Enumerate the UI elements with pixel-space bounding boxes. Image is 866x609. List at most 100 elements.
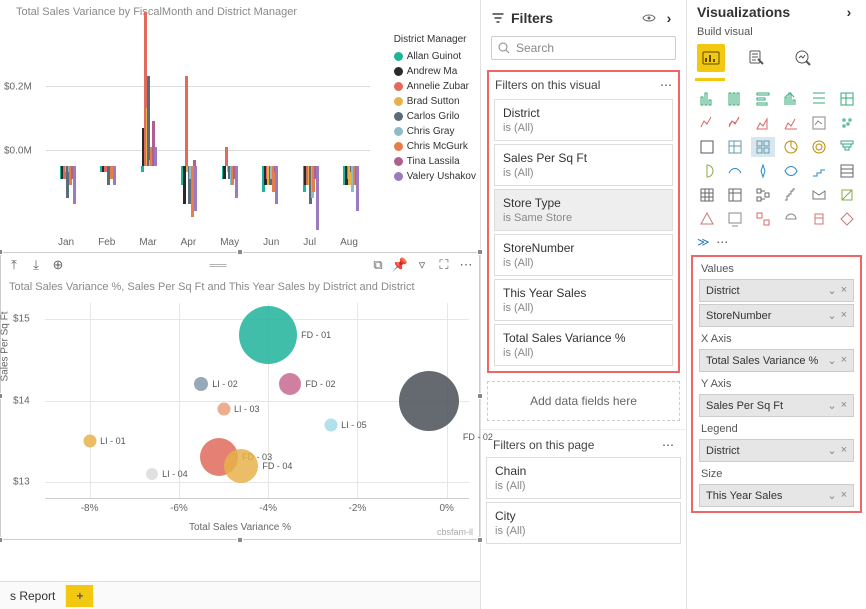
- viz-type-icon[interactable]: [723, 113, 747, 133]
- viz-type-icon[interactable]: [695, 89, 719, 109]
- automate-icon[interactable]: ≫: [697, 235, 710, 249]
- data-bubble[interactable]: [224, 449, 258, 483]
- data-bubble[interactable]: [324, 418, 337, 431]
- data-bubble[interactable]: [146, 468, 158, 480]
- more-visuals-icon[interactable]: ⋯: [716, 235, 728, 249]
- legend-item[interactable]: Allan Guinot: [394, 49, 476, 64]
- viz-type-icon[interactable]: [807, 185, 831, 205]
- viz-type-icon[interactable]: [835, 161, 859, 181]
- viz-type-icon[interactable]: [751, 161, 775, 181]
- legend-item[interactable]: Chris Gray: [394, 124, 476, 139]
- viz-type-icon[interactable]: [723, 161, 747, 181]
- resize-handle[interactable]: [0, 249, 3, 255]
- viz-type-icon[interactable]: [723, 209, 747, 229]
- resize-handle[interactable]: [0, 393, 3, 399]
- legend-item[interactable]: Brad Sutton: [394, 94, 476, 109]
- section-more-icon[interactable]: ⋯: [662, 438, 674, 452]
- viz-type-icon[interactable]: [807, 209, 831, 229]
- viz-type-icon[interactable]: [779, 113, 803, 133]
- filter-icon[interactable]: ▿: [415, 258, 429, 272]
- resize-handle[interactable]: [237, 537, 243, 543]
- filter-card[interactable]: StoreNumberis (All): [494, 234, 673, 276]
- viz-type-icon[interactable]: [723, 185, 747, 205]
- legend-item[interactable]: Valery Ushakov: [394, 169, 476, 184]
- data-bubble[interactable]: [239, 306, 297, 364]
- resize-handle[interactable]: [0, 537, 3, 543]
- viz-type-icon[interactable]: [751, 185, 775, 205]
- chevron-down-icon[interactable]: ⌄: [827, 399, 836, 412]
- more-icon[interactable]: ⋯: [459, 258, 473, 272]
- grip-icon[interactable]: ══: [209, 258, 226, 272]
- chevron-down-icon[interactable]: ⌄: [827, 489, 836, 502]
- chevron-down-icon[interactable]: ⌄: [827, 354, 836, 367]
- viz-type-icon[interactable]: [751, 137, 775, 157]
- filter-search-input[interactable]: Search: [491, 36, 676, 60]
- viz-type-icon[interactable]: [835, 209, 859, 229]
- viz-type-icon[interactable]: [807, 137, 831, 157]
- scatter-chart-visual[interactable]: ⤒ ⤓ ⊕ ══ ⧉ 📌 ▿ ⛶ ⋯ Total Sales Variance …: [0, 252, 480, 540]
- data-bubble[interactable]: [217, 402, 230, 415]
- pin-icon[interactable]: 📌: [393, 258, 407, 272]
- viz-type-icon[interactable]: [695, 185, 719, 205]
- analytics-tab[interactable]: [789, 44, 817, 72]
- add-page-button[interactable]: +: [66, 585, 94, 607]
- legend-item[interactable]: Carlos Grilo: [394, 109, 476, 124]
- well-field[interactable]: Total Sales Variance %⌄×: [699, 349, 854, 372]
- remove-field-icon[interactable]: ×: [841, 444, 847, 457]
- viz-type-icon[interactable]: [751, 89, 775, 109]
- data-bubble[interactable]: [194, 377, 208, 391]
- legend-item[interactable]: Andrew Ma: [394, 64, 476, 79]
- format-visual-tab[interactable]: [743, 44, 771, 72]
- viz-type-icon[interactable]: [751, 113, 775, 133]
- remove-field-icon[interactable]: ×: [841, 309, 847, 322]
- viz-type-icon[interactable]: [723, 137, 747, 157]
- filter-card[interactable]: Store Typeis Same Store: [494, 189, 673, 231]
- well-field[interactable]: This Year Sales⌄×: [699, 484, 854, 507]
- data-bubble[interactable]: [83, 435, 96, 448]
- viz-type-icon[interactable]: [779, 89, 803, 109]
- collapse-icon[interactable]: ›: [842, 5, 856, 19]
- chevron-down-icon[interactable]: ⌄: [827, 444, 836, 457]
- filter-card[interactable]: Chainis (All): [486, 457, 681, 499]
- legend-item[interactable]: Tina Lassila: [394, 154, 476, 169]
- resize-handle[interactable]: [477, 537, 483, 543]
- viz-type-icon[interactable]: [751, 209, 775, 229]
- legend-item[interactable]: Chris McGurk: [394, 139, 476, 154]
- viz-type-icon[interactable]: [779, 137, 803, 157]
- viz-type-icon[interactable]: [835, 185, 859, 205]
- viz-type-icon[interactable]: [779, 161, 803, 181]
- remove-field-icon[interactable]: ×: [841, 354, 847, 367]
- viz-type-icon[interactable]: [723, 89, 747, 109]
- drill-up-icon[interactable]: ⤒: [7, 258, 21, 272]
- collapse-icon[interactable]: ›: [662, 11, 676, 25]
- viz-type-icon[interactable]: [695, 113, 719, 133]
- filter-card[interactable]: Districtis (All): [494, 99, 673, 141]
- data-bubble[interactable]: [279, 373, 301, 395]
- section-more-icon[interactable]: ⋯: [660, 78, 672, 92]
- expand-icon[interactable]: ⊕: [51, 258, 65, 272]
- resize-handle[interactable]: [237, 249, 243, 255]
- filter-card[interactable]: Total Sales Variance %is (All): [494, 324, 673, 366]
- viz-type-icon[interactable]: [807, 161, 831, 181]
- add-data-fields-dropzone[interactable]: Add data fields here: [487, 381, 680, 421]
- well-field[interactable]: District⌄×: [699, 439, 854, 462]
- legend-item[interactable]: Annelie Zubar: [394, 79, 476, 94]
- well-field[interactable]: Sales Per Sq Ft⌄×: [699, 394, 854, 417]
- viz-type-icon[interactable]: [695, 209, 719, 229]
- viz-type-icon[interactable]: [835, 137, 859, 157]
- remove-field-icon[interactable]: ×: [841, 284, 847, 297]
- chevron-down-icon[interactable]: ⌄: [827, 284, 836, 297]
- drill-down-icon[interactable]: ⤓: [29, 258, 43, 272]
- resize-handle[interactable]: [477, 393, 483, 399]
- viz-type-icon[interactable]: [779, 185, 803, 205]
- viz-type-icon[interactable]: [807, 113, 831, 133]
- well-field[interactable]: District⌄×: [699, 279, 854, 302]
- viz-type-icon[interactable]: [779, 209, 803, 229]
- visibility-icon[interactable]: [642, 11, 656, 25]
- filter-card[interactable]: Cityis (All): [486, 502, 681, 544]
- viz-type-icon[interactable]: [835, 113, 859, 133]
- page-tab[interactable]: s Report: [0, 585, 66, 607]
- resize-handle[interactable]: [477, 249, 483, 255]
- chevron-down-icon[interactable]: ⌄: [827, 309, 836, 322]
- viz-type-icon[interactable]: [695, 161, 719, 181]
